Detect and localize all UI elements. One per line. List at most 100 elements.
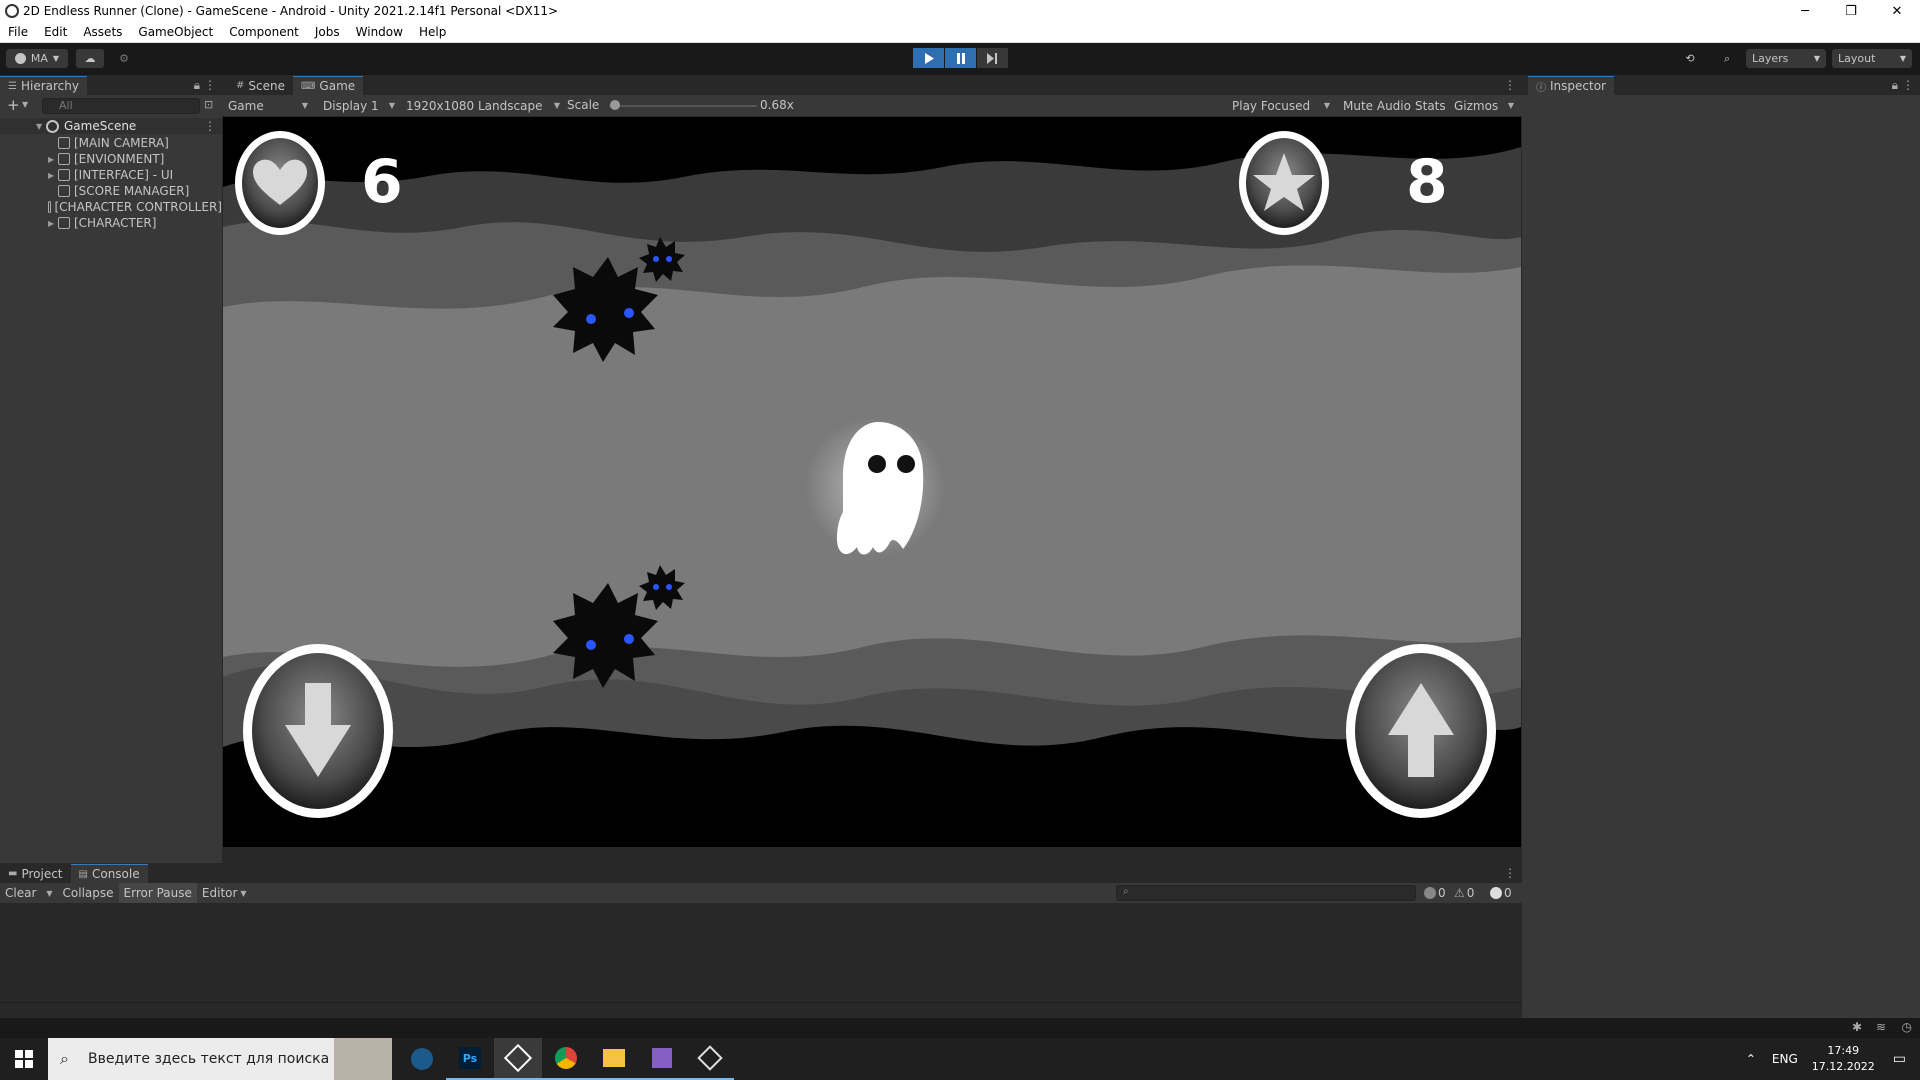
stats-button[interactable]: Stats [1411,96,1450,115]
folder-icon [603,1049,625,1067]
maximize-button[interactable]: ❐ [1828,0,1874,22]
account-dropdown[interactable]: MA ▼ [6,49,68,68]
layers-dropdown[interactable]: Layers ▼ [1746,49,1826,68]
tab-hierarchy[interactable]: ☰ Hierarchy [0,76,87,95]
error-count: 0 [1504,886,1512,900]
gizmos-dropdown[interactable]: Gizmos ▼ [1450,96,1518,115]
error-count-toggle[interactable]: 0 [1490,886,1512,900]
cache-server-icon[interactable]: ≋ [1876,1020,1886,1034]
editor-dropdown[interactable]: Editor ▼ [197,883,252,903]
progress-icon[interactable]: ◷ [1902,1020,1912,1034]
game-view[interactable]: 6 8 [223,117,1521,847]
chevron-right-icon[interactable]: ▶ [48,219,58,228]
add-object-button[interactable]: + [7,96,20,114]
console-log-list[interactable] [0,903,1522,1003]
layout-dropdown[interactable]: Layout ▼ [1832,49,1912,68]
language-indicator[interactable]: ENG [1772,1052,1798,1066]
hierarchy-search-input[interactable]: All [42,98,200,114]
tab-inspector[interactable]: ⓘ Inspector [1528,76,1614,95]
step-button[interactable] [977,48,1008,68]
scene-visibility-icon[interactable]: ⊡ [204,98,213,111]
tab-project[interactable]: ▬ Project [0,864,71,883]
clock[interactable]: 17:49 17.12.2022 [1812,1043,1875,1075]
taskbar-explorer[interactable] [590,1038,638,1080]
chevron-right-icon[interactable]: ▶ [48,155,58,164]
hierarchy-item-label: [CHARACTER] [74,216,157,230]
menu-window[interactable]: Window [348,25,411,39]
chevron-down-icon[interactable]: ▼ [46,889,52,898]
kebab-menu-icon[interactable]: ⋮ [204,119,216,133]
chevron-down-icon: ▼ [388,101,395,110]
kebab-menu-icon[interactable]: ⋮ [1504,78,1516,92]
menu-file[interactable]: File [0,25,36,39]
close-button[interactable]: ✕ [1874,0,1920,22]
menu-help[interactable]: Help [411,25,454,39]
kebab-menu-icon[interactable]: ⋮ [1902,78,1914,92]
menu-assets[interactable]: Assets [75,25,130,39]
notification-icon[interactable]: ▭ [1893,1051,1906,1067]
menu-gameobject[interactable]: GameObject [130,25,221,39]
scale-slider[interactable] [609,105,757,107]
collapse-label: Collapse [62,886,114,900]
chevron-right-icon[interactable]: ▶ [48,171,58,180]
minimize-button[interactable]: ─ [1782,0,1828,22]
gizmos-label: Gizmos [1454,98,1499,113]
tab-hierarchy-label: Hierarchy [20,79,79,93]
mute-audio-button[interactable]: Mute Audio [1339,96,1415,115]
warning-count-toggle[interactable]: ⚠ 0 [1454,886,1474,900]
hierarchy-item[interactable]: ▶ [INTERFACE] - UI [0,167,222,183]
menu-component[interactable]: Component [221,25,307,39]
lock-icon[interactable]: 🔒︎ [1892,78,1898,93]
console-search-input[interactable]: ⌕ [1116,885,1416,901]
cloud-button[interactable]: ☁ [76,49,104,68]
info-icon: ⓘ [1536,82,1546,94]
window-title: 2D Endless Runner (Clone) - GameScene - … [23,4,559,18]
taskbar-visual-studio[interactable] [638,1038,686,1080]
start-button[interactable] [0,1038,48,1080]
play-focused-dropdown[interactable]: Play Focused ▼ [1228,96,1334,115]
lock-icon[interactable]: 🔒︎ [194,78,200,93]
collapse-button[interactable]: Collapse [58,883,119,903]
menu-jobs[interactable]: Jobs [307,25,348,39]
resolution-dropdown[interactable]: 1920x1080 Landscape ▼ [402,96,564,115]
console-icon: ▤ [78,868,88,880]
history-button[interactable]: ⟲ [1676,49,1704,68]
pause-button[interactable] [945,48,976,68]
scale-slider-handle[interactable] [609,100,620,110]
taskbar-steam[interactable] [398,1038,446,1080]
game-mode-dropdown[interactable]: Game ▼ [224,96,312,115]
tab-game[interactable]: ⌨ Game [292,76,364,95]
search-button[interactable]: ⌕ [1713,49,1741,68]
tab-console[interactable]: ▤ Console [70,864,148,883]
scene-row[interactable]: ▼ GameScene ⋮ [0,118,222,134]
taskbar-photoshop[interactable]: Ps [446,1038,494,1080]
hierarchy-item[interactable]: ▶ [CHARACTER] [0,215,222,231]
chevron-up-icon[interactable]: ⌃ [1746,1052,1756,1066]
gameobject-icon [58,185,70,197]
hierarchy-item[interactable]: ▶ [ENVIONMENT] [0,151,222,167]
taskbar-chrome[interactable] [542,1038,590,1080]
taskbar-unity-hub[interactable] [686,1038,734,1080]
log-count-toggle[interactable]: 0 [1424,886,1446,900]
hierarchy-item[interactable]: [SCORE MANAGER] [0,183,222,199]
clear-button[interactable]: Clear ▼ [0,883,58,903]
bug-icon[interactable]: ✱ [1852,1020,1862,1034]
tab-scene[interactable]: # Scene [228,76,293,95]
unity-scene-icon [46,119,59,133]
kebab-menu-icon[interactable]: ⋮ [204,78,216,92]
inspector-body [1522,95,1920,1018]
windows-taskbar: ⌕ Введите здесь текст для поиска Ps ⌃ EN… [0,1038,1920,1080]
display-dropdown[interactable]: Display 1 ▼ [319,96,399,115]
menu-edit[interactable]: Edit [36,25,75,39]
kebab-menu-icon[interactable]: ⋮ [1504,866,1516,880]
status-bar: ✱ ≋ ◷ [0,1018,1920,1038]
hierarchy-item[interactable]: [CHARACTER CONTROLLER] [0,199,222,215]
chevron-down-icon[interactable]: ▼ [22,100,28,109]
taskbar-search-input[interactable]: ⌕ Введите здесь текст для поиска [48,1038,392,1080]
taskbar-unity[interactable] [494,1038,542,1080]
error-pause-button[interactable]: Error Pause [118,883,197,903]
play-button[interactable] [913,48,944,68]
hierarchy-item[interactable]: [MAIN CAMERA] [0,135,222,151]
collab-button[interactable]: ⚙ [110,49,138,68]
chevron-down-icon[interactable]: ▼ [36,122,46,131]
